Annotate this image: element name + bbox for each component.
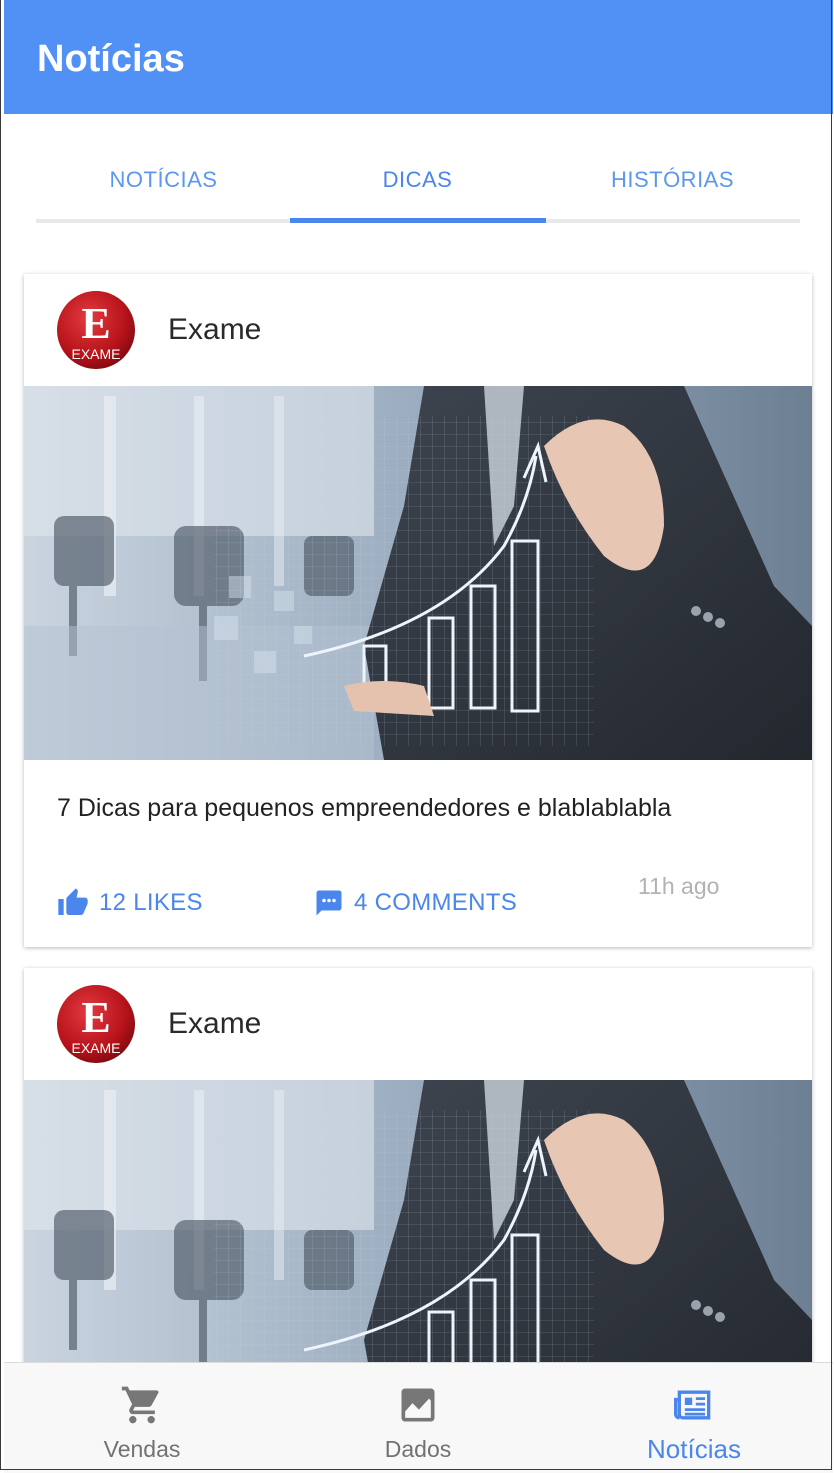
comments-button[interactable]: 4 COMMENTS [314,878,517,928]
tab-noticias[interactable]: NOTÍCIAS [36,140,291,220]
likes-count: 12 LIKES [99,889,203,916]
source-name[interactable]: Exame [168,1006,261,1042]
nav-vendas[interactable]: Vendas [4,1363,280,1473]
avatar-letter: E [81,993,110,1042]
avatar-text: EXAME [71,1040,120,1056]
likes-button[interactable]: 12 LIKES [57,878,203,928]
tab-bar: NOTÍCIAS DICAS HISTÓRIAS [36,140,800,224]
tab-active-indicator [290,218,546,223]
article-headline[interactable]: 7 Dicas para pequenos empreendedores e b… [57,792,671,824]
post-time: 11h ago [638,873,720,899]
article-image[interactable] [24,1080,812,1388]
thumb-up-icon [58,888,88,915]
source-avatar[interactable]: E EXAME [56,290,136,370]
source-name[interactable]: Exame [168,312,261,348]
comment-icon [316,890,342,916]
news-card[interactable]: E EXAME Exame [24,968,812,1388]
page-title: Notícias [37,38,185,80]
nav-noticias[interactable]: Notícias [556,1363,832,1473]
tab-historias[interactable]: HISTÓRIAS [545,140,800,220]
app-bar: Notícias [4,0,833,114]
newspaper-icon [674,1390,711,1420]
article-image[interactable] [24,386,812,760]
chart-icon [401,1388,435,1422]
bottom-navigation: Vendas Dados Notícias [4,1362,833,1473]
nav-label-noticias: Notícias [647,1434,741,1464]
avatar-text: EXAME [71,346,120,362]
tab-dicas[interactable]: DICAS [290,140,545,220]
nav-label-vendas: Vendas [103,1436,181,1462]
news-card[interactable]: E EXAME Exame [24,274,812,947]
nav-label-dados: Dados [384,1436,452,1462]
source-avatar[interactable]: E EXAME [56,984,136,1064]
comments-count: 4 COMMENTS [354,889,518,916]
nav-dados[interactable]: Dados [280,1363,556,1473]
avatar-letter: E [81,299,110,348]
cart-icon [121,1386,159,1424]
card-actions: 12 LIKES 4 COMMENTS 11h ago [57,873,797,928]
